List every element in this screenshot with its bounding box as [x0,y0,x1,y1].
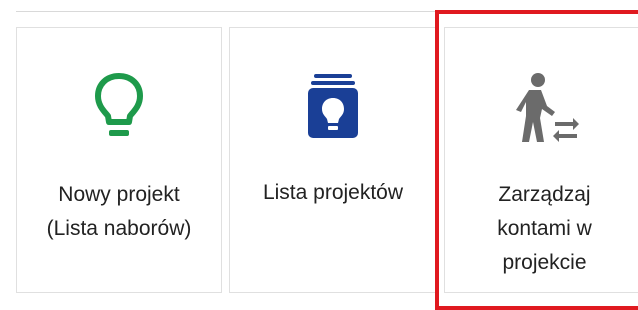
new-project-tile[interactable]: Nowy projekt (Lista naborów) [16,27,222,293]
lightbulb-icon [93,72,145,162]
person-exchange-icon [511,72,579,162]
divider [16,11,436,12]
project-list-tile[interactable]: Lista projektów [229,27,437,293]
manage-accounts-label: Zarządzaj kontami w projekcie [497,183,592,274]
manage-accounts-tile[interactable]: Zarządzaj kontami w projekcie [444,27,638,293]
project-list-icon [308,72,358,162]
project-list-label: Lista projektów [262,181,404,204]
new-project-label: Nowy projekt (Lista naborów) [46,183,192,240]
